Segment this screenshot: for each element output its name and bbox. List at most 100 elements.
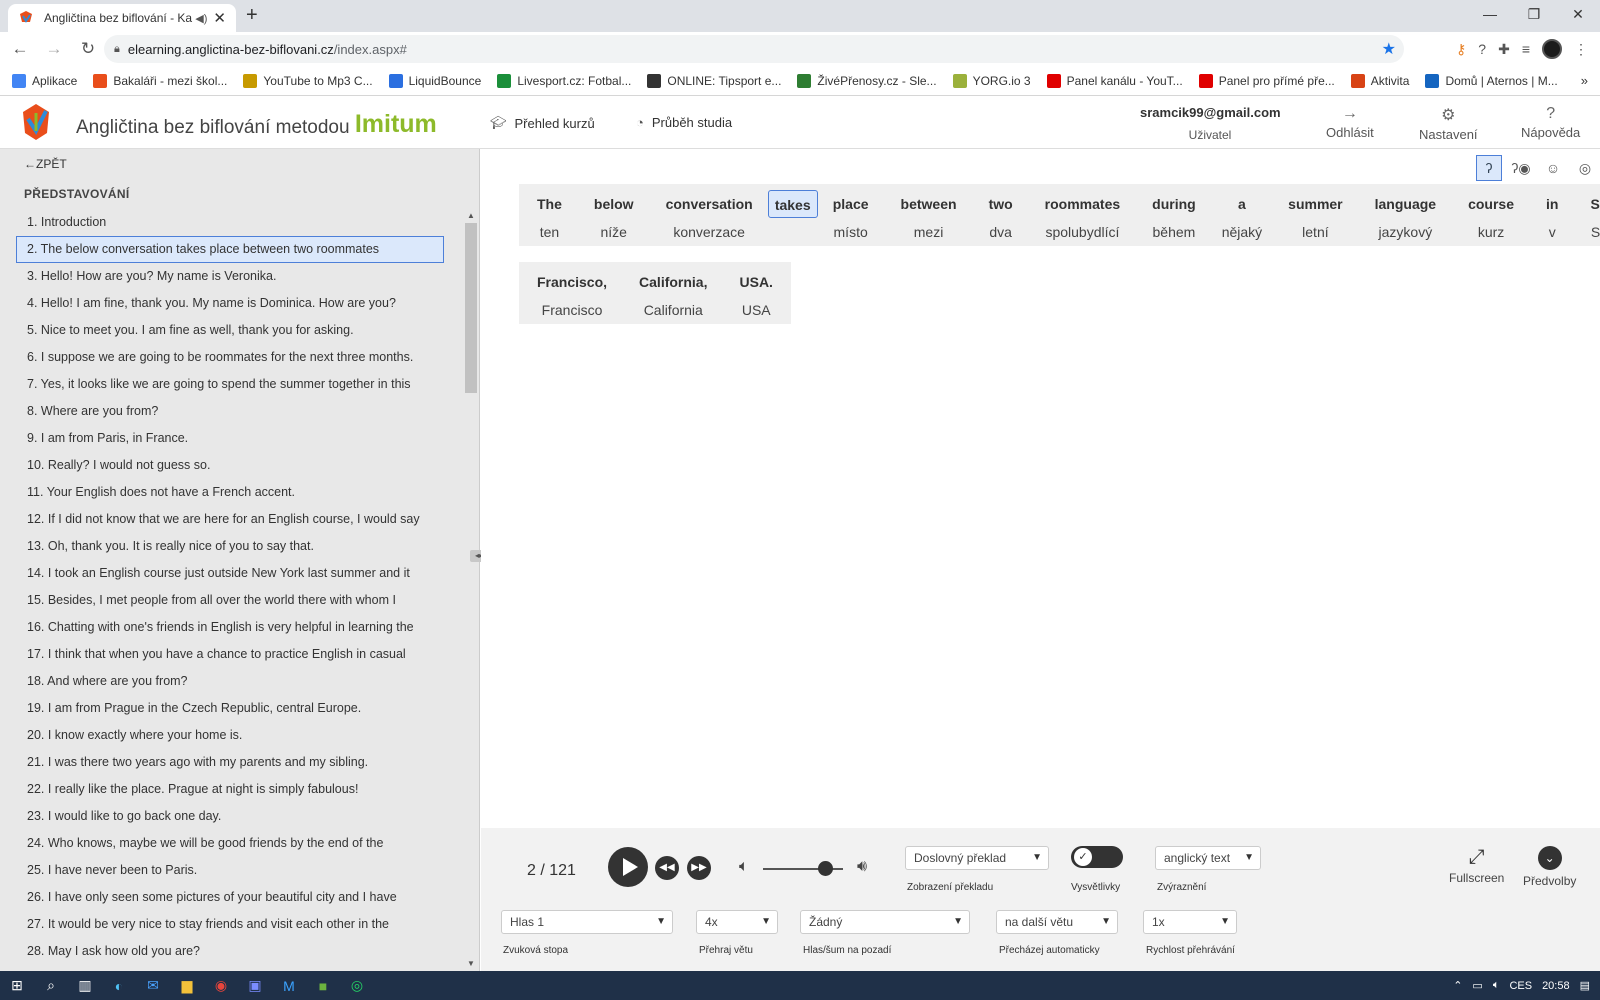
profile-avatar[interactable]	[1542, 39, 1562, 59]
english-word[interactable]: in	[1540, 190, 1564, 218]
forward-arrow-icon[interactable]: →	[40, 39, 68, 59]
word-pair[interactable]: place místo	[817, 184, 885, 246]
tab-close-icon[interactable]: ✕	[213, 9, 226, 27]
word-pair[interactable]: in v	[1530, 184, 1574, 246]
browser-menu-icon[interactable]: ⋮	[1574, 41, 1588, 58]
minimize-icon[interactable]: —	[1468, 0, 1512, 30]
word-pair[interactable]: California, California	[623, 262, 723, 324]
english-word[interactable]: two	[983, 190, 1019, 218]
volume-low-icon[interactable]: 🔈︎	[739, 858, 749, 876]
lesson-item[interactable]: 11. Your English does not have a French …	[16, 479, 444, 506]
mail-icon[interactable]: ✉	[136, 977, 170, 994]
lesson-item[interactable]: 12. If I did not know that we are here f…	[16, 506, 444, 533]
lesson-item[interactable]: 28. May I ask how old you are?	[16, 938, 444, 965]
bookmark-item[interactable]: YouTube to Mp3 C...	[243, 73, 373, 88]
extension-key-icon[interactable]: ⚷	[1456, 41, 1466, 58]
new-tab-icon[interactable]: +	[246, 4, 258, 27]
minecraft-icon[interactable]: ■	[306, 978, 340, 994]
english-word[interactable]: roommates	[1039, 190, 1126, 218]
bookmark-item[interactable]: ŽivéPřenosy.cz - Sle...	[797, 73, 937, 88]
lesson-item[interactable]: 1. Introduction	[16, 209, 444, 236]
lesson-item[interactable]: 2. The below conversation takes place be…	[16, 236, 444, 263]
english-word[interactable]: Francisco,	[531, 268, 613, 296]
bookmark-item[interactable]: YORG.io 3	[952, 73, 1031, 88]
word-pair[interactable]: USA. USA	[724, 262, 789, 324]
notifications-icon[interactable]: ▤	[1580, 979, 1590, 992]
scroll-up-icon[interactable]: ▲	[467, 211, 475, 220]
english-word[interactable]: The	[531, 190, 568, 218]
reload-icon[interactable]: ↻	[74, 39, 102, 59]
maximize-icon[interactable]: ❐	[1512, 0, 1556, 30]
tab-audio-icon[interactable]: ◀︎)	[195, 12, 207, 25]
english-word[interactable]: San	[1584, 190, 1600, 218]
lesson-item[interactable]: 17. I think that when you have a chance …	[16, 641, 444, 668]
read-mode-icon[interactable]: ◎	[1572, 155, 1598, 181]
lesson-item[interactable]: 6. I suppose we are going to be roommate…	[16, 344, 444, 371]
translation-select[interactable]: Doslovný překlad ▼	[905, 846, 1049, 870]
word-pair[interactable]: The ten	[521, 184, 578, 246]
lesson-item[interactable]: 9. I am from Paris, in France.	[16, 425, 444, 452]
logout-button[interactable]: → Odhlásit	[1326, 105, 1374, 140]
auto-advance-select[interactable]: na další větu ▼	[996, 910, 1118, 934]
whatsapp-icon[interactable]: ◎	[340, 977, 374, 994]
edge-icon[interactable]: ◐	[102, 978, 136, 994]
floppy-app-icon[interactable]: ▣	[238, 977, 272, 994]
language-indicator[interactable]: CES	[1509, 980, 1532, 992]
scrollbar-thumb[interactable]	[465, 223, 477, 393]
window-close-icon[interactable]: ✕	[1556, 0, 1600, 30]
english-word[interactable]: during	[1146, 190, 1202, 218]
bookmark-item[interactable]: Panel pro přímé pře...	[1198, 73, 1335, 88]
bookmark-item[interactable]: Bakaláři - mezi škol...	[93, 73, 227, 88]
bookmark-item[interactable]: Panel kanálu - YouT...	[1046, 73, 1183, 88]
malwarebytes-icon[interactable]: M	[272, 978, 306, 994]
word-pair[interactable]: below níže	[578, 184, 650, 246]
english-word[interactable]: summer	[1282, 190, 1348, 218]
word-pair[interactable]: conversation konverzace	[650, 184, 769, 246]
lesson-item[interactable]: 24. Who knows, maybe we will be good fri…	[16, 830, 444, 857]
english-word[interactable]: California,	[633, 268, 713, 296]
english-word[interactable]: conversation	[660, 190, 759, 218]
lesson-item[interactable]: 7. Yes, it looks like we are going to sp…	[16, 371, 444, 398]
bookmarks-more-icon[interactable]: »	[1581, 73, 1588, 88]
noise-select[interactable]: Žádný ▼	[800, 910, 970, 934]
listen-mode-icon[interactable]: ʔ	[1476, 155, 1502, 181]
bookmark-item[interactable]: Aplikace	[12, 73, 77, 88]
speaker-icon[interactable]: 🔈︎	[1493, 979, 1500, 992]
lesson-item[interactable]: 8. Where are you from?	[16, 398, 444, 425]
bookmark-item[interactable]: LiquidBounce	[388, 73, 481, 88]
english-word[interactable]: course	[1462, 190, 1520, 218]
lesson-item[interactable]: 4. Hello! I am fine, thank you. My name …	[16, 290, 444, 317]
speed-select[interactable]: 1x ▼	[1143, 910, 1237, 934]
clock[interactable]: 20:58	[1542, 980, 1570, 992]
lesson-item[interactable]: 20. I know exactly where your home is.	[16, 722, 444, 749]
lesson-item[interactable]: 23. I would like to go back one day.	[16, 803, 444, 830]
bookmark-item[interactable]: ONLINE: Tipsport e...	[647, 73, 781, 88]
word-pair[interactable]: takesbere	[767, 184, 818, 246]
lesson-item[interactable]: 14. I took an English course just outsid…	[16, 560, 444, 587]
lesson-item[interactable]: 27. It would be very nice to stay friend…	[16, 911, 444, 938]
english-word[interactable]: place	[827, 190, 875, 218]
help-button[interactable]: ? Nápověda	[1521, 105, 1580, 140]
back-arrow-icon[interactable]: ←	[6, 39, 34, 59]
lesson-item[interactable]: 18. And where are you from?	[16, 668, 444, 695]
lesson-item[interactable]: 25. I have never been to Paris.	[16, 857, 444, 884]
bookmark-star-icon[interactable]: ★	[1382, 39, 1396, 59]
english-word[interactable]: language	[1369, 190, 1442, 218]
scroll-down-icon[interactable]: ▼	[467, 959, 475, 968]
lesson-item[interactable]: 13. Oh, thank you. It is really nice of …	[16, 533, 444, 560]
fullscreen-button[interactable]: ⤢ Fullscreen	[1449, 846, 1504, 885]
search-icon[interactable]: ⌕	[34, 977, 68, 994]
address-bar[interactable]: 🔒︎ elearning.anglictina-bez-biflovani.cz…	[104, 35, 1404, 63]
media-control-icon[interactable]: ≡	[1522, 41, 1530, 57]
lesson-item[interactable]: 16. Chatting with one's friends in Engli…	[16, 614, 444, 641]
presets-button[interactable]: ⌄ Předvolby	[1523, 846, 1576, 888]
bookmark-item[interactable]: Aktivita	[1350, 73, 1409, 88]
hints-toggle[interactable]	[1071, 846, 1123, 868]
word-pair[interactable]: San San	[1574, 184, 1600, 246]
volume-knob[interactable]	[818, 861, 833, 876]
file-explorer-icon[interactable]: ▆	[170, 977, 204, 994]
english-word[interactable]: below	[588, 190, 640, 218]
word-pair[interactable]: during během	[1136, 184, 1212, 246]
voice-select[interactable]: Hlas 1 ▼	[501, 910, 673, 934]
lesson-item[interactable]: 3. Hello! How are you? My name is Veroni…	[16, 263, 444, 290]
